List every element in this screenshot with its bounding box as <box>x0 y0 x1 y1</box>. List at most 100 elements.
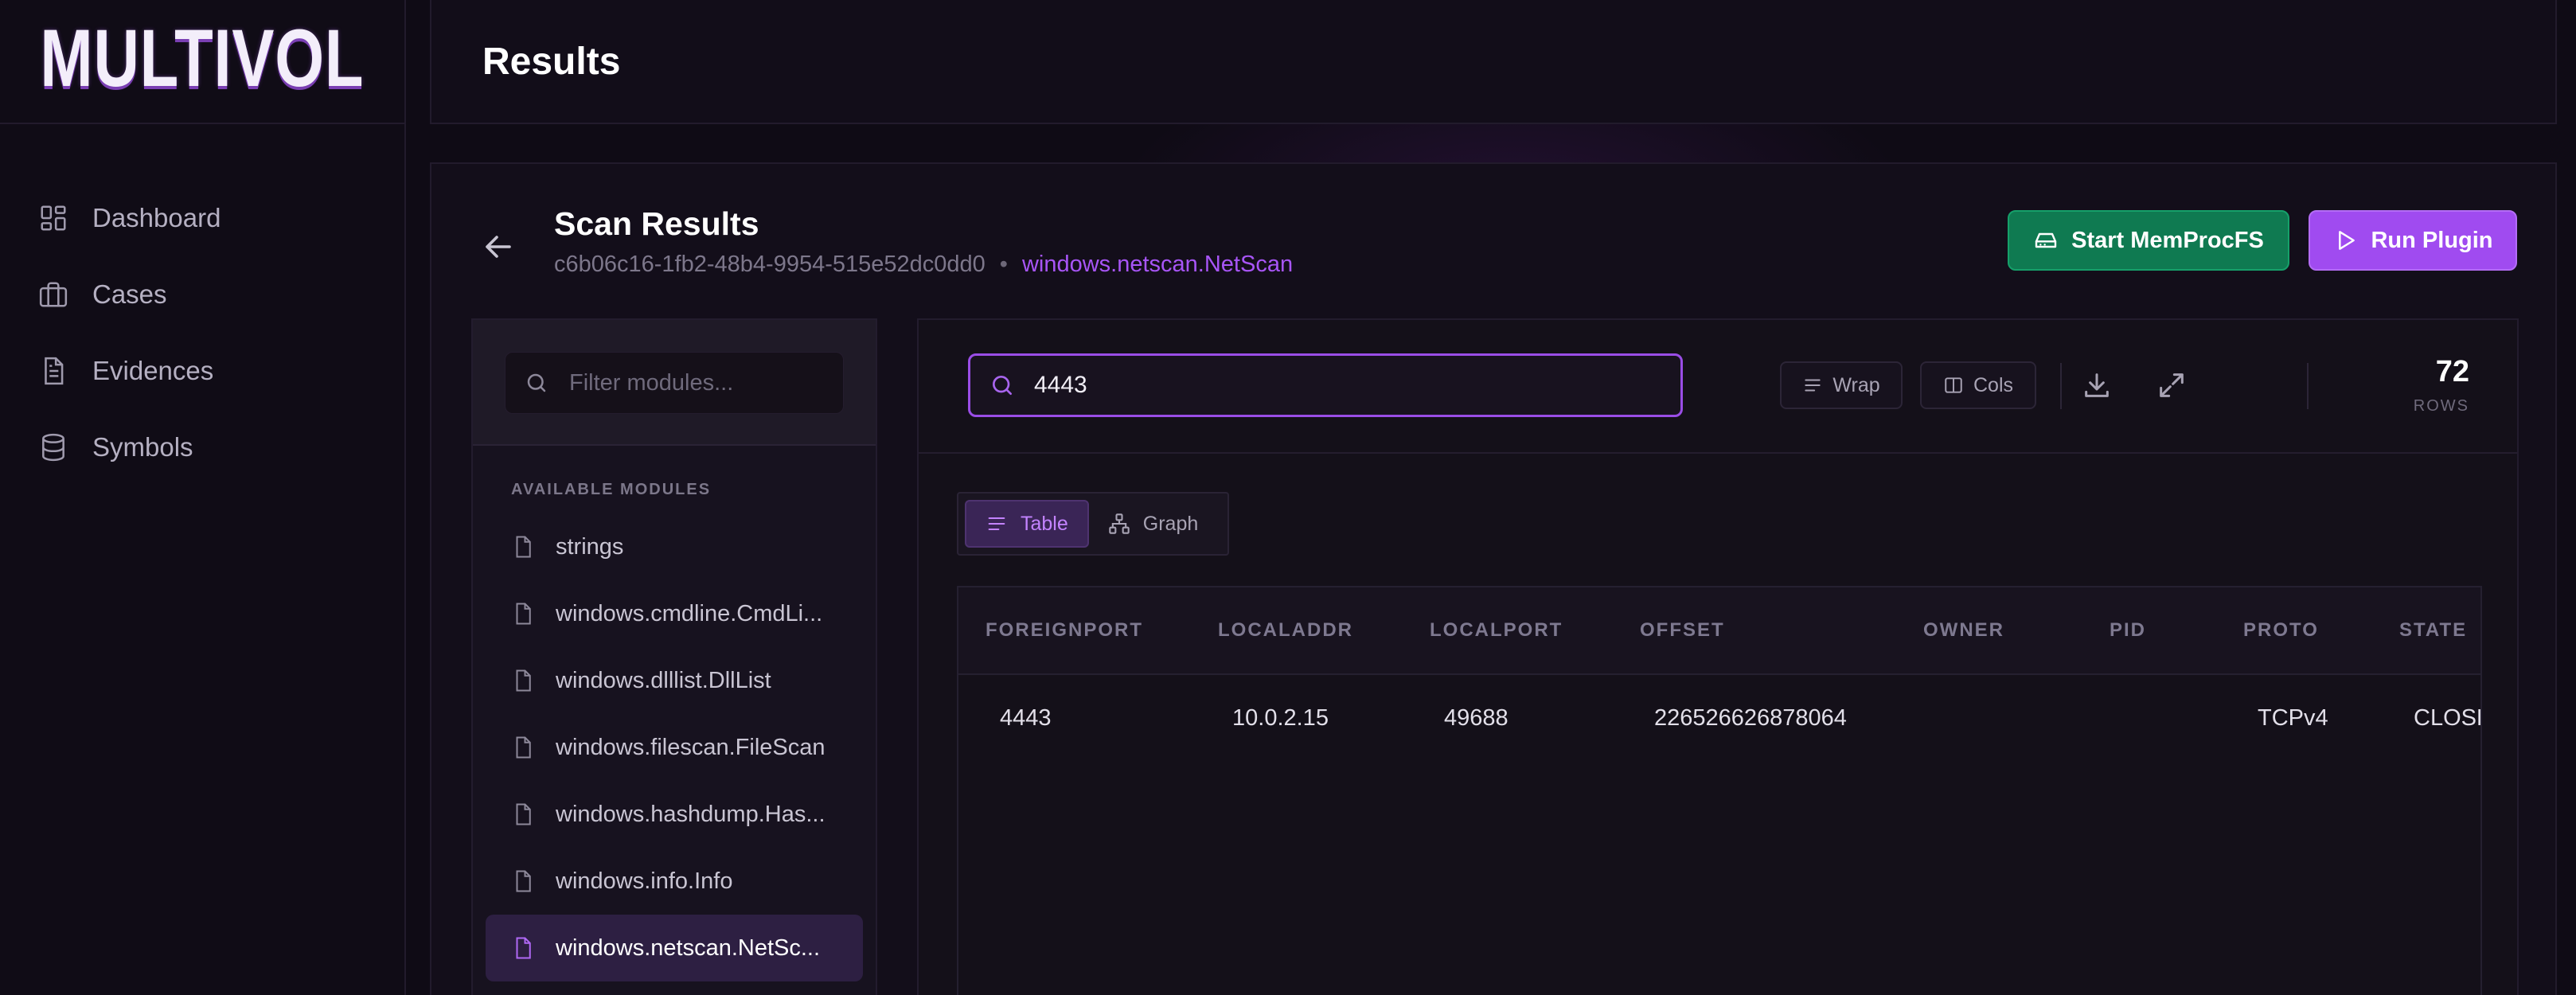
module-filter-input[interactable] <box>569 369 824 396</box>
scan-id: c6b06c16-1fb2-48b4-9954-515e52dc0dd0 <box>554 252 986 277</box>
column-header-localport[interactable]: LOCALPORT <box>1430 619 1563 642</box>
module-label: windows.netscan.NetSc... <box>556 935 821 961</box>
file-icon <box>516 937 531 959</box>
column-header-proto[interactable]: PROTO <box>2243 619 2319 642</box>
table-view-label: Table <box>1021 512 1068 535</box>
file-icon <box>516 669 531 692</box>
rows-count-value: 72 <box>2435 355 2469 388</box>
sidebar-item-symbols[interactable]: Symbols <box>0 409 404 486</box>
download-icon[interactable] <box>2081 369 2113 401</box>
results-search-input[interactable] <box>1034 372 1655 399</box>
table-row[interactable]: 4443 10.0.2.15 49688 226526626878064 TCP… <box>958 675 2480 763</box>
module-label: windows.cmdline.CmdLi... <box>556 600 823 626</box>
table-cell: 4443 <box>1000 705 1052 731</box>
module-filter-box <box>505 352 844 414</box>
module-filter-area <box>473 320 876 446</box>
wrap-label: Wrap <box>1832 373 1880 396</box>
modules-panel: AVAILABLE MODULES strings windows.cmdlin… <box>471 318 877 995</box>
module-item[interactable]: windows.dlllist.DllList <box>473 647 876 714</box>
play-icon <box>2339 231 2355 250</box>
module-label: strings <box>556 533 624 560</box>
cols-label: Cols <box>1973 373 2013 396</box>
sidebar: MULTIVOL Dashboard Cases Evidences Symbo… <box>0 0 406 995</box>
tab-graph-view[interactable]: Graph <box>1089 500 1217 548</box>
file-icon <box>516 736 531 759</box>
wrap-button[interactable]: Wrap <box>1780 361 1903 409</box>
module-label: windows.dlllist.DllList <box>556 667 771 693</box>
list-icon <box>988 517 1005 531</box>
table-header: FOREIGNPORT LOCALADDR LOCALPORT OFFSET O… <box>958 587 2480 675</box>
sidebar-item-label: Symbols <box>92 432 193 462</box>
modules-heading: AVAILABLE MODULES <box>511 481 712 498</box>
column-header-state[interactable]: STATE <box>2399 619 2467 642</box>
back-arrow-icon[interactable] <box>479 228 517 266</box>
page-title: Results <box>482 40 621 83</box>
scan-title: Scan Results <box>554 205 759 242</box>
graph-view-label: Graph <box>1142 512 1199 535</box>
sidebar-item-evidences[interactable]: Evidences <box>0 333 404 409</box>
table-cell: 226526626878064 <box>1654 705 1847 731</box>
meta-separator: • <box>999 252 1008 277</box>
search-icon <box>993 376 1012 395</box>
column-header-localaddr[interactable]: LOCALADDR <box>1218 619 1353 642</box>
columns-button[interactable]: Cols <box>1920 361 2036 409</box>
rows-count-label: ROWS <box>2413 397 2469 415</box>
rows-count: 72 ROWS <box>2414 355 2469 416</box>
column-header-owner[interactable]: OWNER <box>1923 619 2004 642</box>
file-icon <box>516 870 531 892</box>
run-plugin-label: Run Plugin <box>2371 227 2493 253</box>
module-item[interactable]: windows.cmdline.CmdLi... <box>473 580 876 647</box>
column-header-offset[interactable]: OFFSET <box>1640 619 1725 642</box>
graph-network-icon <box>1109 513 1130 534</box>
results-table: FOREIGNPORT LOCALADDR LOCALPORT OFFSET O… <box>957 586 2482 995</box>
module-label: windows.info.Info <box>556 868 733 894</box>
table-cell: 10.0.2.15 <box>1232 705 1329 731</box>
briefcase-icon <box>39 282 68 307</box>
results-toolbar: Wrap Cols 72 ROWS <box>919 320 2517 454</box>
sidebar-nav: Dashboard Cases Evidences Symbols <box>0 124 404 486</box>
sidebar-item-label: Dashboard <box>92 203 221 232</box>
sidebar-item-dashboard[interactable]: Dashboard <box>0 180 404 256</box>
scan-plugin-name: windows.netscan.NetScan <box>1021 252 1294 277</box>
results-search-box <box>968 353 1683 417</box>
tab-table-view[interactable]: Table <box>965 500 1089 548</box>
scan-meta: c6b06c16-1fb2-48b4-9954-515e52dc0dd0 • w… <box>554 252 1293 278</box>
sidebar-item-label: Cases <box>92 279 167 309</box>
toolbar-divider <box>2307 363 2309 409</box>
column-header-pid[interactable]: PID <box>2110 619 2146 642</box>
module-list: strings windows.cmdline.CmdLi... windows… <box>473 513 876 981</box>
module-label: windows.hashdump.Has... <box>556 801 825 827</box>
module-item[interactable]: strings <box>473 513 876 580</box>
expand-icon[interactable] <box>2156 369 2188 401</box>
module-item[interactable]: windows.filescan.FileScan <box>473 714 876 781</box>
sidebar-item-cases[interactable]: Cases <box>0 256 404 333</box>
table-cell: 49688 <box>1444 705 1509 731</box>
view-toggle: Table Graph <box>957 492 1229 556</box>
page-header: Results <box>430 0 2557 124</box>
database-icon <box>42 433 64 462</box>
logo-area: MULTIVOL <box>0 0 404 124</box>
scan-results-panel: Scan Results c6b06c16-1fb2-48b4-9954-515… <box>430 162 2557 995</box>
columns-icon <box>1945 377 1962 393</box>
document-icon <box>45 357 64 385</box>
toolbar-divider <box>2060 363 2062 409</box>
table-cell: CLOSED <box>2414 705 2480 731</box>
module-item[interactable]: windows.hashdump.Has... <box>473 781 876 848</box>
search-icon <box>527 373 546 392</box>
wrap-lines-icon <box>1805 379 1821 392</box>
dashboard-icon <box>41 205 66 231</box>
file-icon <box>516 803 531 825</box>
start-memprocfs-button[interactable]: Start MemProcFS <box>2008 210 2289 271</box>
start-memprocfs-label: Start MemProcFS <box>2071 227 2264 253</box>
hard-drive-icon <box>2035 232 2057 248</box>
table-cell: TCPv4 <box>2258 705 2328 731</box>
module-item[interactable]: windows.info.Info <box>473 848 876 915</box>
results-pane: Wrap Cols 72 ROWS <box>917 318 2519 995</box>
column-header-foreignport[interactable]: FOREIGNPORT <box>986 619 1143 642</box>
run-plugin-button[interactable]: Run Plugin <box>2309 210 2517 271</box>
module-label: windows.filescan.FileScan <box>556 734 825 760</box>
app-logo[interactable]: MULTIVOL <box>41 18 365 99</box>
file-icon <box>516 536 531 558</box>
module-item-active[interactable]: windows.netscan.NetSc... <box>486 915 863 981</box>
sidebar-item-label: Evidences <box>92 356 214 385</box>
